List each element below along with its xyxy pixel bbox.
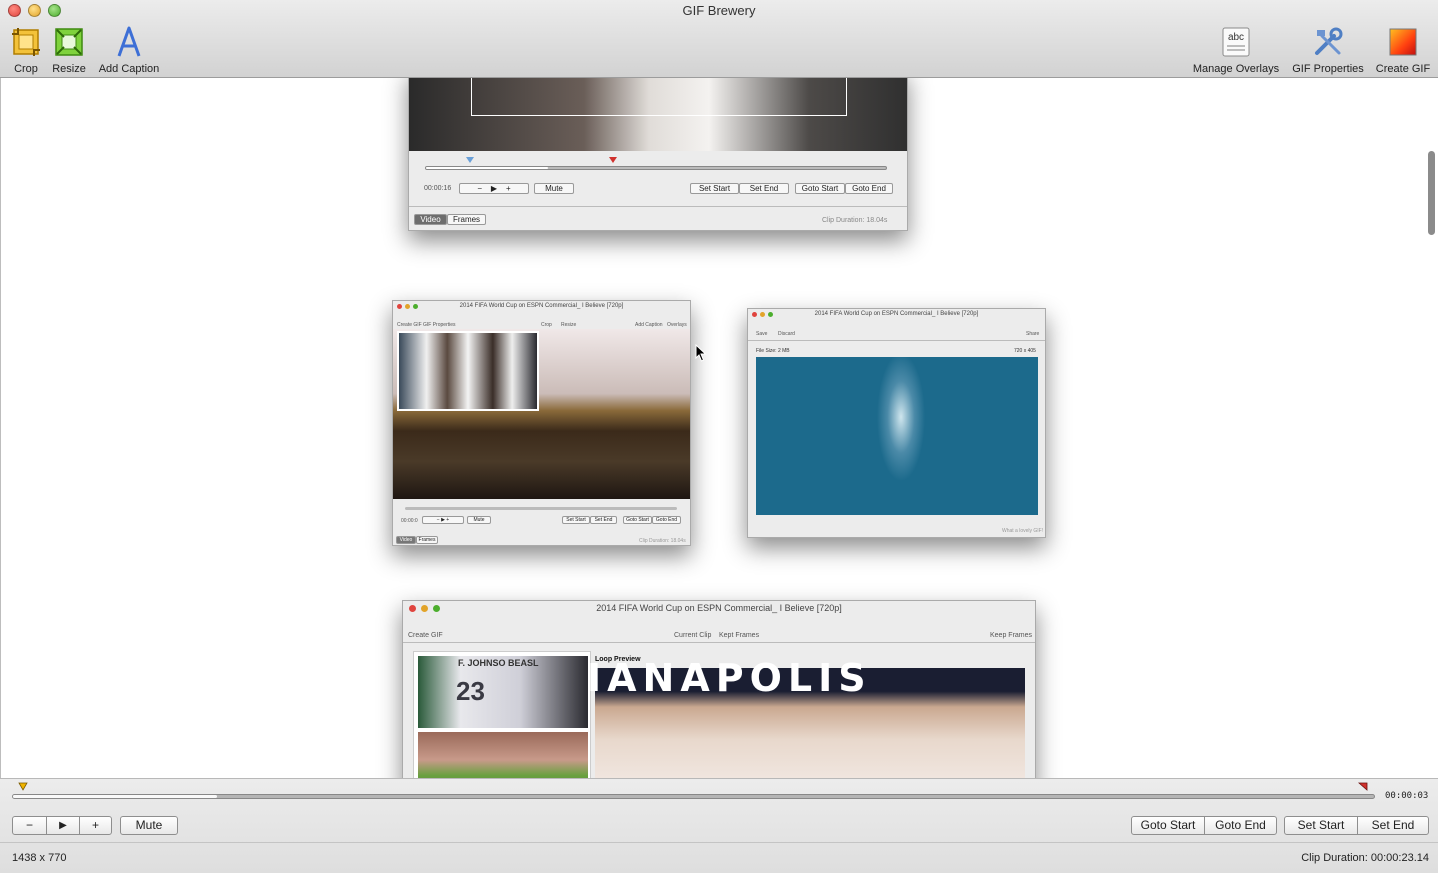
tools-icon <box>1315 27 1343 55</box>
create-gif-button[interactable]: Create GIF <box>1372 26 1434 75</box>
screenshot-editor-controls: 00:00:16 − ▶ + Mute Set Start Set End Go… <box>408 78 908 231</box>
set-end-button[interactable]: Set End <box>1357 817 1428 834</box>
video-dimensions: 1438 x 770 <box>12 852 67 864</box>
start-marker <box>466 157 474 163</box>
resize-button[interactable]: Resize <box>50 26 88 75</box>
mini-track <box>425 166 887 170</box>
toolbar: GIF Brewery Crop Resize Add Caption abc … <box>0 0 1438 78</box>
overlays-icon: abc <box>1222 27 1250 57</box>
window-title: GIF Brewery <box>682 3 756 18</box>
players-thumbnail <box>397 331 539 411</box>
mini-goto-end: Goto End <box>845 183 893 194</box>
vertical-scrollbar[interactable] <box>1428 151 1435 235</box>
play-button[interactable]: ▶ <box>46 817 79 834</box>
frames-list: F. JOHNSO BEASL 23 <box>413 651 591 778</box>
screenshot-frames-window: 2014 FIFA World Cup on ESPN Commercial_ … <box>402 600 1036 778</box>
mini-goto-start: Goto Start <box>795 183 845 194</box>
start-marker-icon[interactable] <box>18 782 28 791</box>
mini-mute: Mute <box>534 183 574 194</box>
step-forward-button[interactable]: + <box>79 817 111 834</box>
play-icon: ▶ <box>59 820 67 831</box>
caption-icon <box>117 26 141 57</box>
resize-icon <box>55 28 83 56</box>
step-back-button[interactable]: − <box>13 817 46 834</box>
set-group: Set Start Set End <box>1284 816 1429 835</box>
crop-icon <box>12 28 40 56</box>
timeline-slider[interactable] <box>12 794 1375 799</box>
video-preview: 00:00:16 − ▶ + Mute Set Start Set End Go… <box>0 78 1438 778</box>
stadium-lights-preview <box>756 357 1038 515</box>
goto-end-button[interactable]: Goto End <box>1204 817 1276 834</box>
end-marker <box>609 157 617 163</box>
gif-properties-button[interactable]: GIF Properties <box>1289 26 1367 75</box>
loop-preview-frame: IANAPOLIS <box>587 656 1025 778</box>
frame-thumbnail-stadium <box>418 732 588 778</box>
manage-overlays-button[interactable]: abc Manage Overlays <box>1189 26 1283 75</box>
playback-controls: 00:00:03 − ▶ + Mute Goto Start Goto End … <box>0 778 1438 873</box>
mini-tab-video: Video <box>414 214 447 225</box>
mini-tab-frames: Frames <box>447 214 486 225</box>
add-caption-button[interactable]: Add Caption <box>94 26 164 75</box>
mini-set-start: Set Start <box>690 183 739 194</box>
crop-button[interactable]: Crop <box>8 26 44 75</box>
current-time: 00:00:03 <box>1385 791 1429 801</box>
end-marker-icon[interactable] <box>1358 782 1368 791</box>
set-start-button[interactable]: Set Start <box>1285 817 1357 834</box>
clip-duration: Clip Duration: 00:00:23.14 <box>1301 852 1429 864</box>
frame-thumbnail-jerseys: F. JOHNSO BEASL 23 <box>418 656 588 728</box>
mini-set-end: Set End <box>739 183 789 194</box>
mouse-cursor-icon <box>695 344 707 362</box>
screenshot-editor-window: 2014 FIFA World Cup on ESPN Commercial_ … <box>392 300 691 546</box>
screenshot-gif-preview-window: 2014 FIFA World Cup on ESPN Commercial_ … <box>747 308 1046 538</box>
create-gif-icon <box>1389 28 1417 56</box>
crop-rectangle <box>471 78 847 116</box>
gif-brewery-window: GIF Brewery Crop Resize Add Caption abc … <box>0 0 1438 873</box>
goto-group: Goto Start Goto End <box>1131 816 1277 835</box>
svg-text:abc: abc <box>1228 32 1244 43</box>
mini-stepper: − ▶ + <box>459 183 529 194</box>
goto-start-button[interactable]: Goto Start <box>1132 817 1204 834</box>
timeline-progress <box>13 795 218 798</box>
mute-button[interactable]: Mute <box>120 816 178 835</box>
status-divider <box>0 842 1438 843</box>
frame-stepper: − ▶ + <box>12 816 112 835</box>
